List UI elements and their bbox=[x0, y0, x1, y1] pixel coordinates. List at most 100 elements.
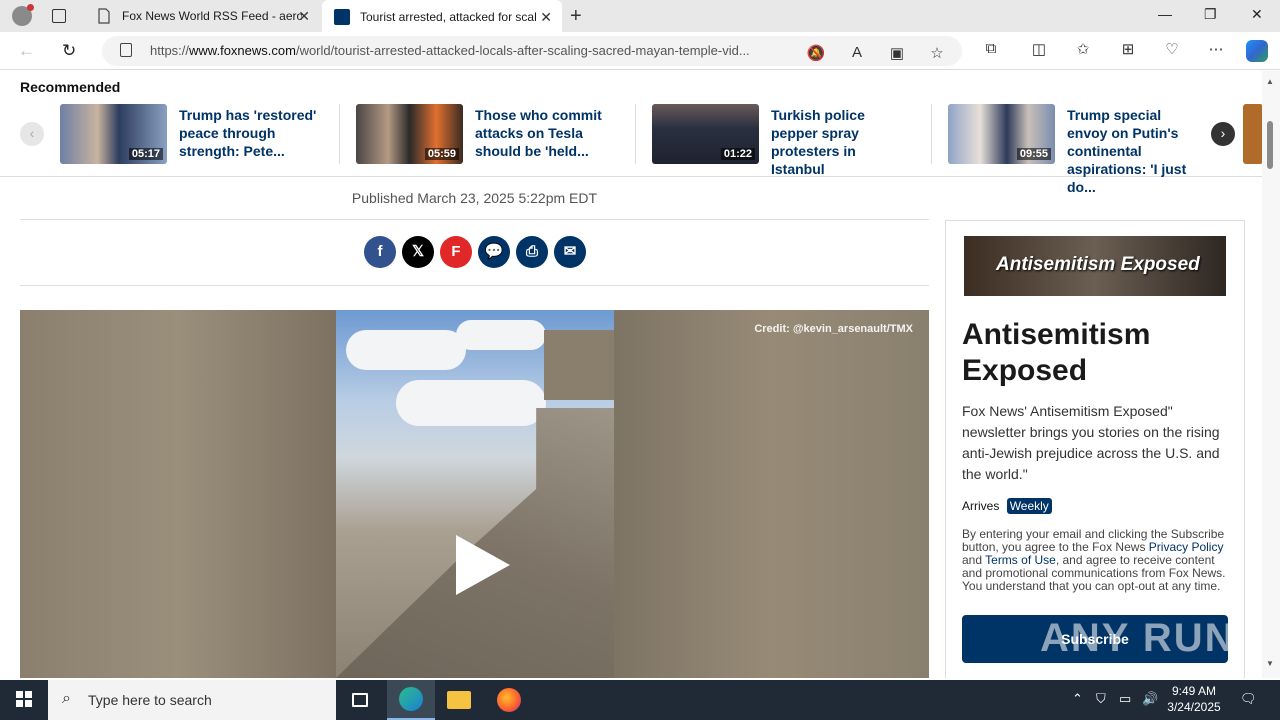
restore-icon[interactable]: ❐ bbox=[1204, 6, 1217, 23]
cloud bbox=[396, 380, 546, 426]
video-thumbnail[interactable]: 01:22 bbox=[652, 104, 759, 164]
task-view-button[interactable] bbox=[336, 680, 384, 720]
read-aloud-icon[interactable]: A bbox=[847, 44, 867, 64]
banner-text: Antisemitism Exposed bbox=[996, 254, 1200, 275]
recommended-item[interactable]: 05:59 Those who commit attacks on Tesla … bbox=[356, 104, 613, 164]
recommended-item[interactable]: 09:55 Trump special envoy on Putin's con… bbox=[948, 104, 1205, 195]
video-player[interactable]: Credit: @kevin_arsenault/TMX bbox=[20, 310, 929, 678]
comment-icon[interactable]: 💬 bbox=[478, 236, 510, 268]
page-icon bbox=[98, 8, 110, 24]
address-bar[interactable]: https://www.foxnews.com/world/tourist-ar… bbox=[102, 36, 962, 66]
legal-text: By entering your email and clicking the … bbox=[962, 527, 1226, 593]
video-thumbnail[interactable]: 05:59 bbox=[356, 104, 463, 164]
tab-rss-feed[interactable]: Fox News World RSS Feed - aerop ✕ bbox=[84, 0, 320, 32]
tab-title: Fox News World RSS Feed - aerop bbox=[122, 9, 302, 23]
privacy-policy-link[interactable]: Privacy Policy bbox=[1149, 540, 1224, 554]
flipboard-icon[interactable]: F bbox=[440, 236, 472, 268]
scrollbar[interactable]: ▲ ▼ bbox=[1262, 71, 1280, 678]
explorer-taskbar-button[interactable] bbox=[435, 680, 483, 720]
anyrun-watermark: ANY RUN bbox=[1040, 616, 1236, 660]
divider bbox=[339, 104, 340, 164]
newsletter-card: Antisemitism Exposed Antisemitism Expose… bbox=[945, 220, 1245, 678]
taskbar-search[interactable]: ⌕ Type here to search bbox=[48, 680, 336, 720]
newsletter-title: Antisemitism Exposed bbox=[962, 318, 1151, 387]
cloud bbox=[346, 330, 466, 370]
close-window-icon[interactable]: ✕ bbox=[1251, 6, 1263, 23]
video-frame bbox=[336, 310, 614, 678]
clock-time: 9:49 AM bbox=[1171, 684, 1217, 698]
page-viewport: Recommended ‹ 05:17 Trump has 'restored'… bbox=[0, 71, 1262, 678]
new-tab-icon[interactable]: + bbox=[570, 5, 582, 28]
copilot-icon[interactable] bbox=[1246, 40, 1268, 62]
close-tab-icon[interactable]: ✕ bbox=[298, 8, 310, 25]
settings-menu-icon[interactable]: ⋯ bbox=[1206, 40, 1226, 60]
video-duration: 01:22 bbox=[720, 148, 755, 160]
share-buttons: f 𝕏 F 💬 ⎙ ✉ bbox=[364, 236, 586, 268]
recommended-strip: Recommended ‹ 05:17 Trump has 'restored'… bbox=[0, 71, 1262, 195]
video-thumbnail[interactable]: 05:17 bbox=[60, 104, 167, 164]
scroll-thumb[interactable] bbox=[1267, 121, 1273, 169]
address-toolbar: ← ↻ https://www.foxnews.com/world/touris… bbox=[0, 32, 1280, 70]
divider bbox=[20, 285, 929, 286]
divider bbox=[20, 219, 929, 220]
tray-overflow-icon[interactable]: ⌃ bbox=[1072, 691, 1083, 707]
arrives-row: Arrives Weekly bbox=[962, 498, 1052, 514]
published-date: Published March 23, 2025 5:22pm EDT bbox=[351, 190, 598, 206]
back-icon[interactable]: ← bbox=[18, 41, 35, 61]
close-tab-icon[interactable]: ✕ bbox=[540, 9, 552, 26]
edge-icon bbox=[399, 687, 423, 711]
browser-essentials-icon[interactable]: ♡ bbox=[1162, 40, 1182, 60]
security-icon[interactable]: ⛉ bbox=[1096, 691, 1106, 707]
video-blur-left bbox=[20, 310, 336, 678]
temple-top bbox=[544, 330, 614, 400]
divider bbox=[931, 104, 932, 164]
recommended-item[interactable]: 01:22 Turkish police pepper spray protes… bbox=[652, 104, 909, 177]
windows-start-icon[interactable] bbox=[16, 691, 32, 707]
immersive-reader-icon[interactable]: ▣ bbox=[887, 44, 907, 64]
lock-icon[interactable] bbox=[120, 43, 132, 57]
recommended-title: Recommended bbox=[20, 79, 121, 95]
collections-icon[interactable]: ⊞ bbox=[1118, 40, 1138, 60]
split-screen-icon[interactable]: ◫ bbox=[1029, 40, 1049, 60]
facebook-icon[interactable]: f bbox=[364, 236, 396, 268]
refresh-icon[interactable]: ↻ bbox=[62, 41, 76, 61]
video-duration: 05:17 bbox=[128, 148, 163, 160]
divider bbox=[635, 104, 636, 164]
x-icon[interactable]: 𝕏 bbox=[402, 236, 434, 268]
print-icon[interactable]: ⎙ bbox=[516, 236, 548, 268]
recommended-headline[interactable]: Trump special envoy on Putin's continent… bbox=[1067, 106, 1205, 195]
tab-bar: Fox News World RSS Feed - aerop ✕ Touris… bbox=[0, 0, 1280, 34]
favorite-star-icon[interactable]: ☆ bbox=[927, 44, 947, 64]
email-icon[interactable]: ✉ bbox=[554, 236, 586, 268]
foxnews-favicon-icon bbox=[334, 9, 350, 25]
video-thumbnail[interactable]: 09:55 bbox=[948, 104, 1055, 164]
carousel-next-button[interactable]: › bbox=[1211, 122, 1235, 146]
search-placeholder: Type here to search bbox=[88, 692, 212, 708]
favorites-icon[interactable]: ✩ bbox=[1073, 40, 1093, 60]
recommended-item[interactable]: 05:17 Trump has 'restored' peace through… bbox=[60, 104, 317, 164]
edge-taskbar-button[interactable] bbox=[387, 680, 435, 720]
firefox-taskbar-button[interactable] bbox=[485, 680, 533, 720]
recommended-headline[interactable]: Trump has 'restored' peace through stren… bbox=[179, 106, 317, 164]
notifications-blocked-icon[interactable]: 🔕 bbox=[806, 44, 826, 64]
carousel-prev-button[interactable]: ‹ bbox=[20, 122, 44, 146]
scroll-down-icon[interactable]: ▼ bbox=[1266, 659, 1274, 668]
minimize-icon[interactable]: — bbox=[1158, 6, 1172, 22]
tab-actions-icon[interactable] bbox=[52, 9, 66, 23]
terms-of-use-link[interactable]: Terms of Use bbox=[985, 553, 1056, 567]
video-credit: Credit: @kevin_arsenault/TMX bbox=[754, 323, 913, 335]
clock[interactable]: 9:49 AM 3/24/2025 bbox=[1156, 683, 1232, 715]
tab-article[interactable]: Tourist arrested, attacked for scal ✕ bbox=[322, 0, 562, 34]
recommended-headline[interactable]: Those who commit attacks on Tesla should… bbox=[475, 106, 613, 164]
clock-date: 3/24/2025 bbox=[1167, 700, 1221, 714]
video-thumbnail[interactable] bbox=[1243, 104, 1262, 164]
arrives-label: Arrives bbox=[962, 499, 1000, 513]
network-icon[interactable]: ▭ bbox=[1119, 691, 1131, 707]
url-text[interactable]: https://www.foxnews.com/world/tourist-ar… bbox=[150, 43, 810, 58]
play-icon[interactable] bbox=[456, 535, 510, 595]
recommended-headline[interactable]: Turkish police pepper spray protesters i… bbox=[771, 106, 909, 177]
scroll-up-icon[interactable]: ▲ bbox=[1266, 77, 1274, 86]
notifications-icon[interactable]: 🗨 bbox=[1240, 691, 1257, 707]
extensions-icon[interactable]: ⧉ bbox=[981, 40, 1001, 60]
profile-icon[interactable] bbox=[12, 4, 34, 26]
